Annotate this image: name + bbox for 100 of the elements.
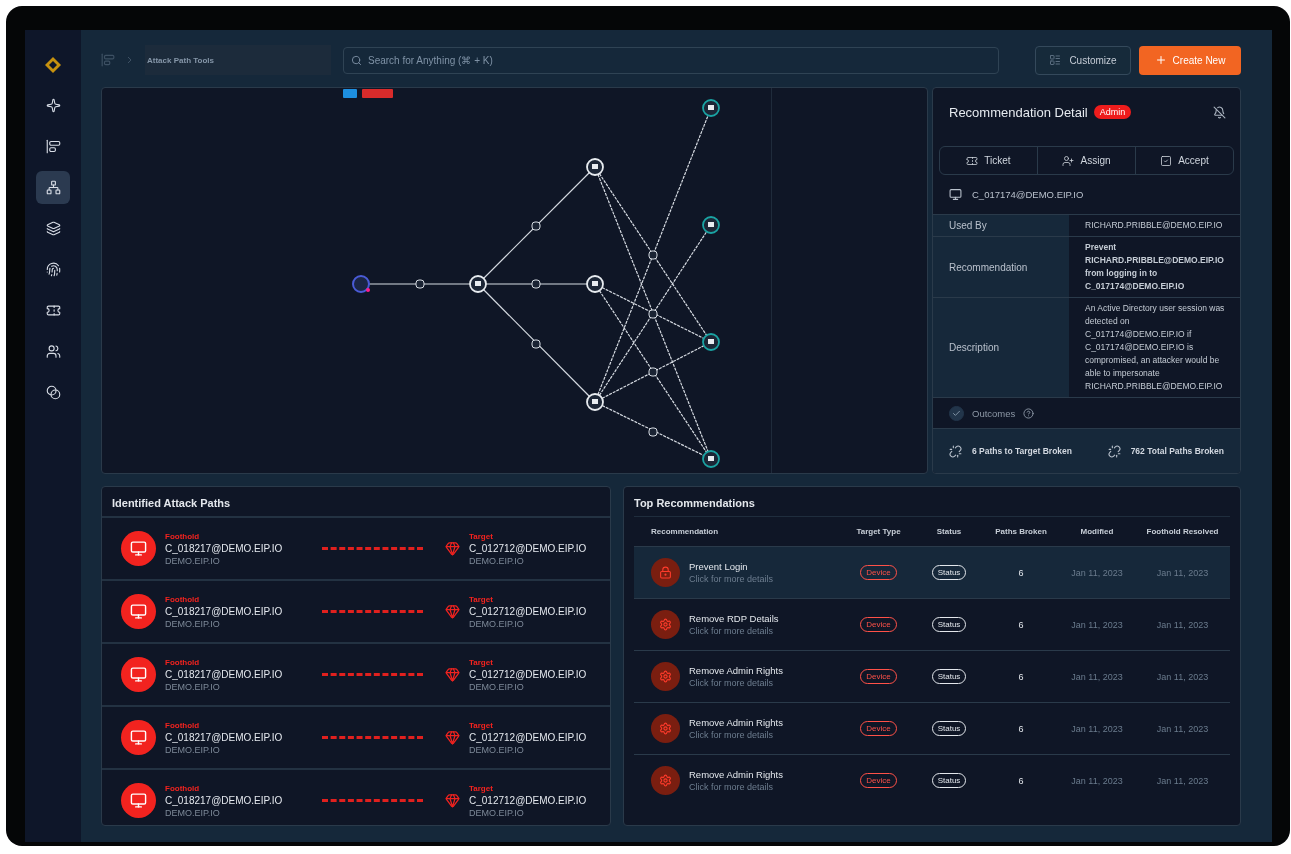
lock-icon (659, 566, 672, 579)
recommendation-row[interactable]: Remove Admin Rights Click for more details Device Status 6 Jan 11, 2023 Jan 11, 2023 (634, 754, 1230, 806)
gem-icon (445, 604, 460, 619)
foothold-domain: DEMO.EIP.IO (165, 618, 221, 629)
search-icon (351, 54, 362, 66)
target-name: C_012712@DEMO.EIP.IO (469, 668, 588, 680)
recommendation-title: Prevent Login (689, 561, 749, 572)
target-domain: DEMO.EIP.IO (469, 555, 525, 566)
gear-icon (659, 670, 672, 683)
target-label: Target (469, 720, 494, 730)
foothold-name: C_018217@DEMO.EIP.IO (165, 542, 284, 554)
monitor-icon (130, 666, 147, 683)
detail-value: RICHARD.PRIBBLE@DEMO.EIP.IO (1084, 219, 1224, 232)
customize-button[interactable]: Customize (1035, 45, 1131, 75)
panel-title: Recommendation Detail (949, 104, 1088, 120)
edge-marker (648, 427, 658, 437)
bars-icon (101, 53, 115, 67)
action-button[interactable]: Accept (1136, 147, 1233, 174)
recommendation-title: Remove Admin Rights (689, 769, 783, 780)
target-domain: DEMO.EIP.IO (469, 744, 525, 755)
foothold-domain: DEMO.EIP.IO (165, 681, 221, 692)
foothold-domain: DEMO.EIP.IO (165, 807, 221, 818)
detail-label: Recommendation (933, 237, 1069, 297)
target-name: C_012712@DEMO.EIP.IO (469, 542, 588, 554)
edge-marker (415, 279, 425, 289)
column-header: Target Type (855, 527, 902, 536)
gear-icon (659, 618, 672, 631)
bell-off-icon[interactable] (1213, 105, 1226, 119)
recommendation-title: Remove RDP Details (689, 613, 779, 624)
monitor-icon (130, 540, 147, 557)
checkbox-icon (1160, 154, 1173, 167)
foothold-domain: DEMO.EIP.IO (165, 555, 221, 566)
sparkle-icon (45, 98, 61, 113)
details-hint: Click for more details (689, 678, 775, 688)
recommendation-row[interactable]: Remove RDP Details Click for more details Device Status 6 Jan 11, 2023 Jan 11, 2023 (634, 598, 1230, 650)
resolved-date: Jan 11, 2023 (1155, 567, 1210, 578)
gem-icon (445, 793, 460, 808)
graph-node[interactable] (702, 450, 720, 468)
monitor-icon (949, 188, 962, 201)
edge-marker (531, 279, 541, 289)
foothold-name: C_018217@DEMO.EIP.IO (165, 605, 284, 617)
recommendation-row[interactable]: Prevent Login Click for more details Device Status 6 Jan 11, 2023 Jan 11, 2023 (634, 546, 1230, 598)
target-domain: DEMO.EIP.IO (469, 618, 525, 629)
column-header: Recommendation (650, 527, 720, 536)
detail-label: Used By (933, 215, 1069, 236)
help-icon[interactable] (1023, 407, 1035, 419)
foothold-name: C_018217@DEMO.EIP.IO (165, 794, 284, 806)
target-label: Target (469, 657, 494, 667)
action-button[interactable]: Ticket (940, 147, 1038, 174)
modified-date: Jan 11, 2023 (1070, 775, 1124, 786)
recommendation-row[interactable]: Remove Admin Rights Click for more details Device Status 6 Jan 11, 2023 Jan 11, 2023 (634, 702, 1230, 754)
graph-node[interactable] (702, 333, 720, 351)
paths-count: 6 (1017, 723, 1025, 734)
target-name: C_012712@DEMO.EIP.IO (469, 605, 588, 617)
detail-value: An Active Directory user session was detected on C_017174@DEMO.EIP.IO if C_017174@DEMO.EIP.IO is compromised, an attacker would be able to impersonate RICHARD.PRIBBLE@DEMO.EIP.IO (1084, 302, 1226, 393)
detail-label: Description (933, 298, 1069, 397)
paths-count: 6 (1017, 775, 1025, 786)
foothold-name: C_018217@DEMO.EIP.IO (165, 668, 284, 680)
monitor-icon (130, 729, 147, 746)
foothold-label: Foothold (165, 594, 201, 604)
graph-node[interactable] (702, 216, 720, 234)
resolved-date: Jan 11, 2023 (1155, 775, 1210, 786)
details-hint: Click for more details (689, 574, 774, 584)
users-icon (45, 344, 61, 359)
action-button[interactable]: Assign (1038, 147, 1136, 174)
foothold-node[interactable] (352, 275, 370, 293)
search-field[interactable]: Search for Anything (⌘ + K) (343, 46, 999, 74)
circles-icon (45, 385, 61, 400)
column-header: Modified (1079, 527, 1115, 536)
ticket-icon (45, 303, 61, 318)
check-icon (952, 408, 961, 418)
broken-link-icon (1107, 444, 1121, 458)
outcome-check[interactable] (949, 405, 964, 421)
breadcrumb-link[interactable]: Attack Path Tools (145, 45, 331, 75)
layers-icon (45, 221, 61, 236)
gem-icon (445, 541, 460, 556)
target-name: C_012712@DEMO.EIP.IO (469, 731, 588, 743)
plus-icon (1154, 54, 1167, 66)
gem-icon (445, 730, 460, 745)
column-header: Paths Broken (994, 527, 1048, 536)
foothold-label: Foothold (165, 720, 201, 730)
column-header: Foothold Resolved (1145, 527, 1220, 536)
list-icon (1049, 54, 1062, 66)
resolved-date: Jan 11, 2023 (1155, 619, 1210, 630)
foothold-name: C_018217@DEMO.EIP.IO (165, 731, 284, 743)
target-domain: DEMO.EIP.IO (469, 807, 525, 818)
sidebar-item[interactable] (36, 171, 70, 204)
chevron-icon (127, 56, 133, 64)
gear-icon (659, 774, 672, 787)
modified-date: Jan 11, 2023 (1070, 723, 1124, 734)
fingerprint-icon (45, 262, 61, 277)
target-label: Target (469, 531, 494, 541)
graph-node[interactable] (702, 99, 720, 117)
paths-count: 6 (1017, 619, 1025, 630)
column-header: Status (935, 527, 963, 536)
modified-date: Jan 11, 2023 (1070, 619, 1124, 630)
edge-marker (531, 339, 541, 349)
monitor-icon (130, 603, 147, 620)
foothold-label: Foothold (165, 531, 201, 541)
recommendation-row[interactable]: Remove Admin Rights Click for more details Device Status 6 Jan 11, 2023 Jan 11, 2023 (634, 650, 1230, 702)
